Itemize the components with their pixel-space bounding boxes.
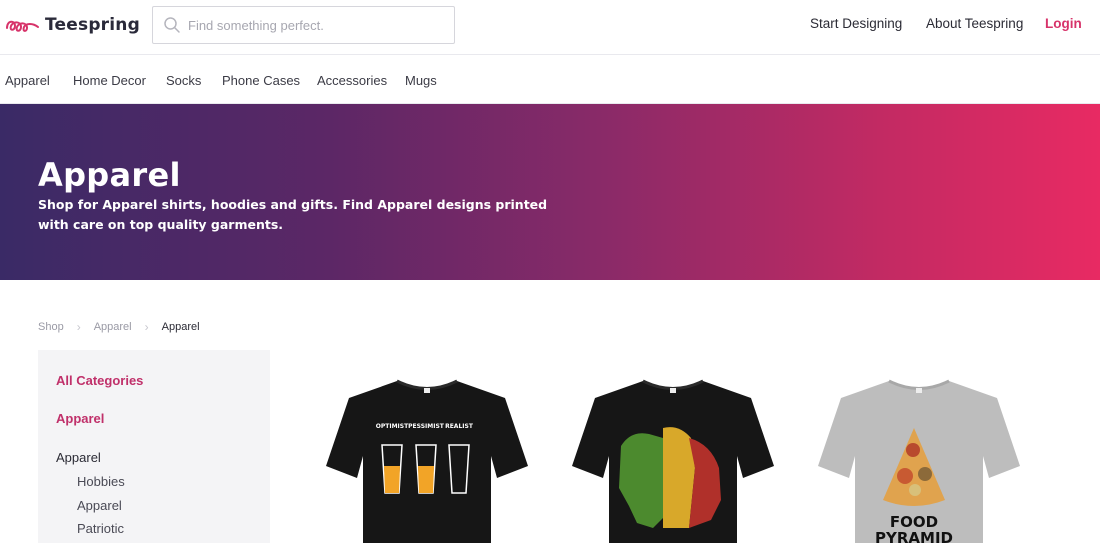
chevron-right-icon: ›	[76, 320, 81, 334]
black-tshirt-lion-image	[572, 379, 774, 543]
category-phone-cases[interactable]: Phone Cases	[222, 73, 300, 88]
sidebar-item-patriotic[interactable]: Patriotic	[77, 521, 124, 536]
chevron-right-icon: ›	[144, 320, 149, 334]
about-teespring-link[interactable]: About Teespring	[926, 16, 1023, 34]
brand-name: Teespring	[45, 15, 140, 35]
print-optimist: OPTIMIST	[376, 423, 409, 430]
product-card[interactable]	[571, 378, 775, 543]
category-apparel[interactable]: Apparel	[5, 73, 50, 88]
print-pessimist: PESSIMIST	[408, 423, 445, 430]
category-home-decor[interactable]: Home Decor	[73, 73, 146, 88]
sidebar-all-categories[interactable]: All Categories	[56, 373, 143, 388]
sidebar-current-apparel: Apparel	[56, 450, 101, 465]
product-card[interactable]: OPTIMIST PESSIMIST REALIST	[325, 378, 529, 543]
print-pyramid: PYRAMID	[875, 529, 953, 543]
breadcrumb-current: Apparel	[161, 321, 200, 333]
start-designing-link[interactable]: Start Designing	[810, 16, 902, 34]
product-card[interactable]: FOOD PYRAMID	[817, 378, 1021, 543]
search-box[interactable]	[152, 6, 455, 44]
category-hero-banner: Apparel Shop for Apparel shirts, hoodies…	[0, 104, 1100, 280]
category-description: Shop for Apparel shirts, hoodies and gif…	[38, 197, 548, 232]
teespring-logo[interactable]: Teespring	[5, 12, 140, 38]
grey-tshirt-pizza-image: FOOD PYRAMID	[818, 379, 1020, 543]
category-socks[interactable]: Socks	[166, 73, 201, 88]
breadcrumb-shop[interactable]: Shop	[38, 321, 64, 333]
breadcrumb-apparel-parent[interactable]: Apparel	[94, 321, 132, 333]
category-nav: Apparel Home Decor Socks Phone Cases Acc…	[0, 56, 1100, 104]
category-sidebar: All Categories Apparel Apparel Hobbies A…	[38, 350, 270, 543]
search-input[interactable]	[188, 8, 450, 42]
page-title: Apparel	[38, 156, 181, 194]
black-tshirt-image: OPTIMIST PESSIMIST REALIST	[326, 379, 528, 543]
sidebar-item-hobbies[interactable]: Hobbies	[77, 474, 125, 489]
category-accessories[interactable]: Accessories	[317, 73, 387, 88]
sidebar-parent-apparel[interactable]: Apparel	[56, 411, 104, 426]
search-icon	[164, 17, 180, 33]
category-mugs[interactable]: Mugs	[405, 73, 437, 88]
breadcrumb: Shop › Apparel › Apparel	[38, 320, 200, 334]
site-header: Teespring Start Designing About Teesprin…	[0, 0, 1100, 55]
login-link[interactable]: Login	[1045, 16, 1082, 34]
logo-loops-icon	[6, 20, 39, 32]
sidebar-item-apparel[interactable]: Apparel	[77, 498, 122, 513]
print-realist: REALIST	[445, 423, 474, 430]
